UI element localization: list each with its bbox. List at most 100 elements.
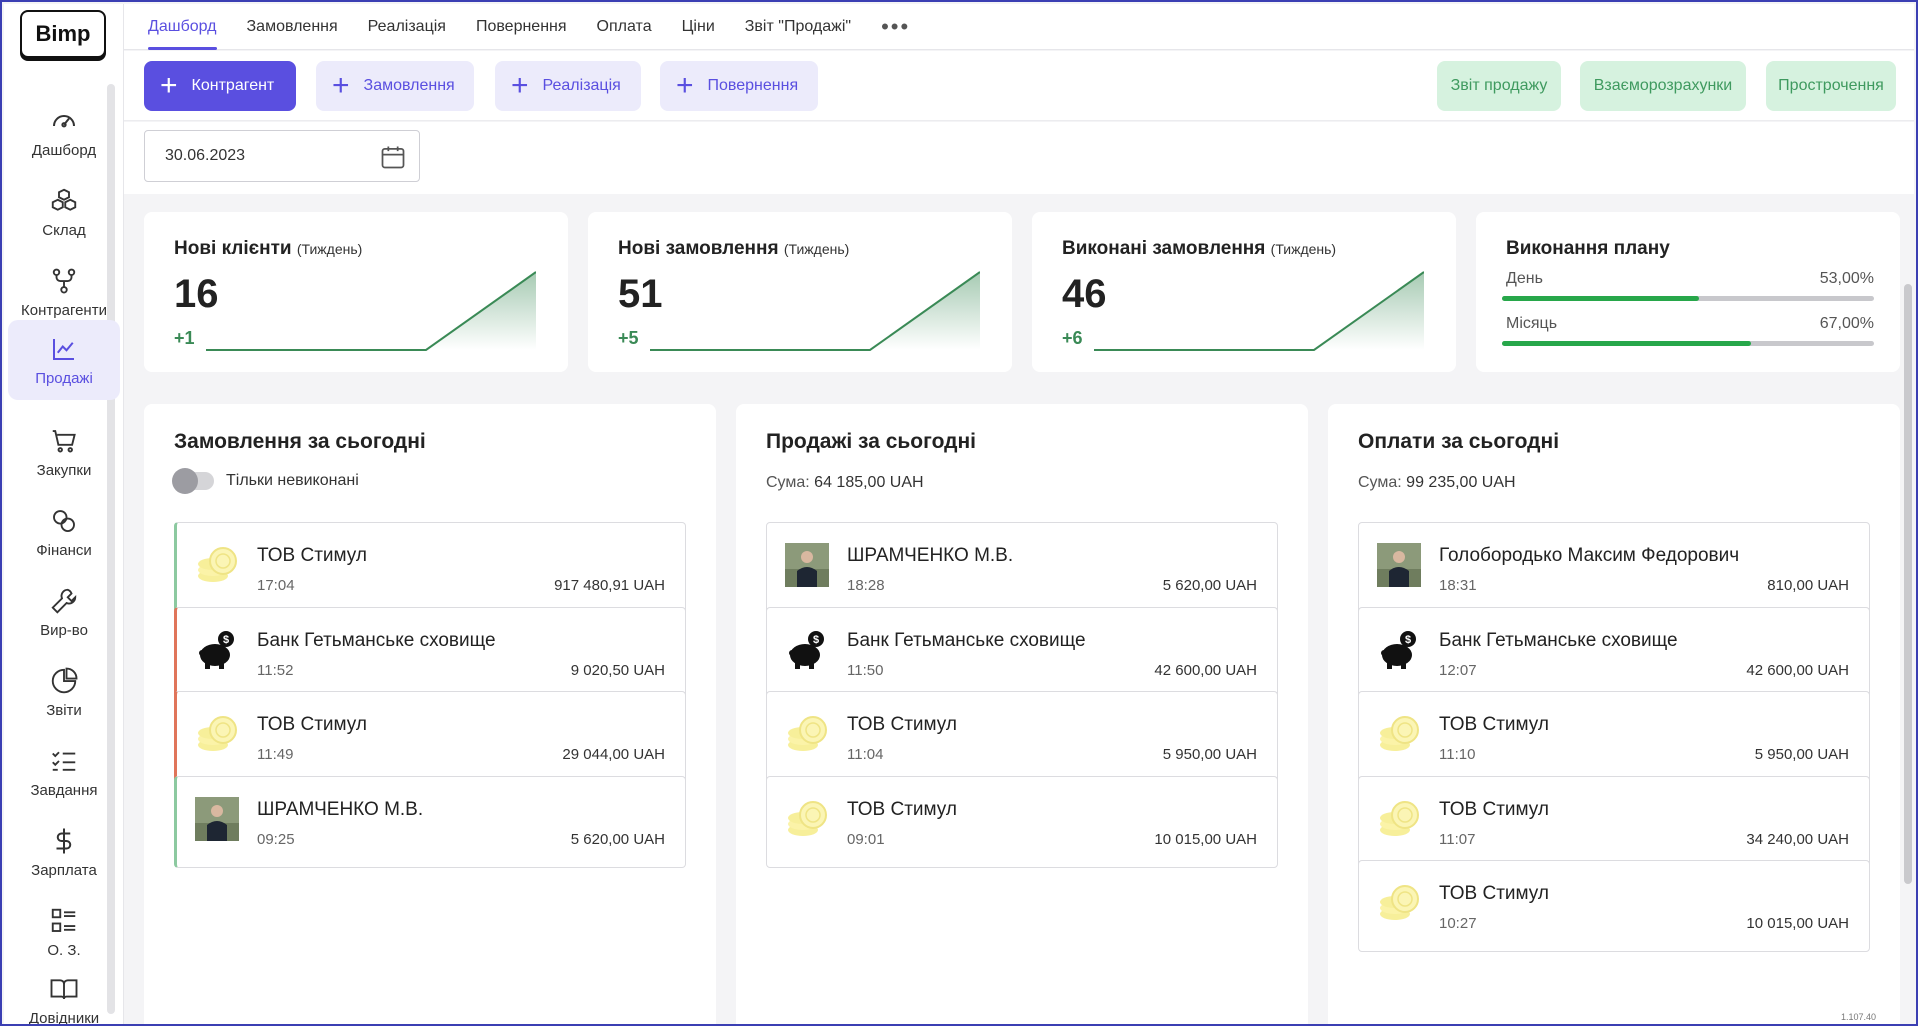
sidebar-item-label: Завдання: [30, 781, 98, 799]
sparkline-chart: [650, 271, 980, 351]
main-scrollbar[interactable]: [1904, 284, 1912, 884]
tab-orders[interactable]: Замовлення: [247, 4, 338, 50]
version-label: 1.107.40: [1840, 1012, 1876, 1022]
sidebar-item-label: Фінанси: [36, 541, 92, 559]
sidebar-item-directories[interactable]: Довідники: [8, 968, 120, 1026]
item-amount: 5 620,00 UAH: [1162, 577, 1257, 594]
button-label: Повернення: [707, 77, 799, 94]
tab-returns[interactable]: Повернення: [476, 4, 567, 50]
item-name: ШРАМЧЕНКО М.В.: [257, 798, 424, 820]
kpi-title: Виконані замовлення (Тиждень): [1062, 238, 1337, 259]
kpi-delta: +1: [174, 328, 195, 348]
sidebar-item-tasks[interactable]: Завдання: [8, 732, 120, 812]
chart-line-icon: [53, 338, 74, 360]
tab-payment[interactable]: Оплата: [597, 4, 652, 50]
item-name: Банк Гетьманське сховище: [1439, 629, 1678, 651]
sidebar-item-fixed-assets[interactable]: О. З.: [8, 892, 120, 972]
item-time: 09:01: [847, 830, 885, 848]
sidebar-item-label: Вир-во: [40, 621, 88, 639]
person-photo: [195, 796, 239, 841]
sidebar-item-label: О. З.: [47, 941, 81, 959]
item-time: 11:50: [847, 661, 884, 679]
plan-month-row: Місяць 67,00%: [1502, 315, 1874, 355]
sidebar-item-sales[interactable]: Продажі: [8, 320, 120, 400]
orders-today-panel: Замовлення за сьогодні Тільки невиконані…: [144, 404, 716, 1024]
sparkline-chart: [206, 271, 536, 351]
plan-day-row: День 53,00%: [1502, 270, 1874, 310]
list-item[interactable]: ШРАМЧЕНКО М.В. 09:25 5 620,00 UAH: [174, 775, 686, 868]
item-time: 18:28: [847, 577, 885, 594]
add-contractor-button[interactable]: + Контрагент: [144, 61, 296, 111]
list-item[interactable]: ТОВ Стимул 11:07 34 240,00 UAH: [1358, 775, 1870, 868]
payments-today-panel: Оплати за сьогодні Сума: 99 235,00 UAH Г…: [1328, 404, 1900, 1024]
dollar-icon: [56, 828, 72, 853]
plus-icon: +: [676, 69, 694, 102]
item-amount: 917 480,91 UAH: [554, 577, 665, 594]
date-input[interactable]: 30.06.2023: [144, 130, 420, 182]
tab-prices[interactable]: Ціни: [682, 4, 715, 50]
list-item[interactable]: ТОВ Стимул 11:49 29 044,00 UAH: [174, 691, 686, 783]
only-unfinished-toggle[interactable]: Тільки невиконані: [172, 468, 359, 494]
plus-icon: +: [160, 69, 178, 102]
checklist-icon: [52, 751, 76, 771]
settlements-button[interactable]: Взаєморозрахунки: [1580, 61, 1746, 111]
item-amount: 34 240,00 UAH: [1746, 830, 1849, 848]
list-item[interactable]: ТОВ Стимул 10:27 10 015,00 UAH: [1358, 860, 1870, 952]
item-amount: 10 015,00 UAH: [1154, 830, 1257, 848]
sales-report-button[interactable]: Звіт продажу: [1437, 61, 1561, 111]
list-item[interactable]: ТОВ Стимул 11:10 5 950,00 UAH: [1358, 691, 1870, 783]
toggle-switch[interactable]: [172, 468, 214, 494]
plus-icon: +: [332, 69, 350, 102]
item-time: 18:31: [1439, 577, 1477, 594]
action-bar: + Контрагент + Замовлення + Реалізація +…: [124, 51, 1914, 121]
sidebar-item-warehouse[interactable]: Склад: [8, 172, 120, 252]
sidebar-item-label: Дашборд: [31, 141, 97, 159]
overdue-button[interactable]: Прострочення: [1766, 61, 1896, 111]
person-photo: [1377, 543, 1421, 587]
kpi-title: Виконання плану: [1506, 238, 1670, 259]
list-item[interactable]: ТОВ Стимул 17:04 917 480,91 UAH: [174, 522, 686, 614]
button-label: Замовлення: [363, 77, 455, 94]
kpi-delta: +5: [618, 328, 639, 348]
list-item[interactable]: ТОВ Стимул 11:04 5 950,00 UAH: [766, 691, 1278, 783]
piggy-bank-icon: $: [789, 630, 824, 669]
branch-icon: [52, 268, 76, 293]
date-row: 30.06.2023: [124, 122, 1914, 194]
list-item[interactable]: $ Банк Гетьманське сховище 11:50 42 600,00 …: [766, 606, 1278, 699]
item-time: 17:04: [257, 577, 295, 594]
boxes-icon: [51, 188, 77, 211]
sidebar-item-salary[interactable]: Зарплата: [8, 812, 120, 892]
add-realization-button[interactable]: + Реалізація: [495, 61, 641, 111]
item-name: Банк Гетьманське сховище: [257, 629, 496, 651]
progress-fill: [1502, 341, 1752, 346]
sidebar: Bimp Дашборд Склад Контрагенти Продажі З…: [4, 4, 124, 1026]
gauge-icon: [53, 114, 75, 127]
calendar-icon[interactable]: [379, 143, 407, 171]
item-time: 11:04: [847, 746, 884, 763]
list-item[interactable]: ТОВ Стимул 09:01 10 015,00 UAH: [766, 775, 1278, 868]
item-name: ТОВ Стимул: [257, 545, 367, 566]
more-tabs-icon[interactable]: •••: [881, 14, 910, 40]
sidebar-item-dashboard[interactable]: Дашборд: [8, 92, 120, 172]
tab-realization[interactable]: Реалізація: [368, 4, 446, 50]
list-item[interactable]: $ Банк Гетьманське сховище 11:52 9 020,50 U…: [174, 606, 686, 699]
sidebar-item-label: Довідники: [28, 1010, 100, 1026]
item-name: ТОВ Стимул: [1439, 883, 1549, 904]
add-order-button[interactable]: + Замовлення: [316, 61, 474, 111]
sidebar-item-purchases[interactable]: Закупки: [8, 412, 120, 492]
app-window: Bimp Дашборд Склад Контрагенти Продажі З…: [0, 0, 1918, 1026]
kpi-title: Нові клієнти (Тиждень): [174, 238, 363, 259]
list-item[interactable]: Голобородько Максим Федорович 18:31 810,00…: [1358, 522, 1870, 614]
add-return-button[interactable]: + Повернення: [660, 61, 818, 111]
tab-sales-report[interactable]: Звіт "Продажі": [745, 4, 851, 50]
sidebar-item-production[interactable]: Вир-во: [8, 572, 120, 652]
logo[interactable]: Bimp: [20, 10, 106, 58]
item-name: Банк Гетьманське сховище: [847, 629, 1086, 651]
tab-dashboard[interactable]: Дашборд: [148, 4, 217, 50]
sidebar-item-finance[interactable]: Фінанси: [8, 492, 120, 572]
list-item[interactable]: ШРАМЧЕНКО М.В. 18:28 5 620,00 UAH: [766, 522, 1278, 614]
toggle-label: Тільки невиконані: [226, 472, 359, 489]
book-icon: [50, 979, 78, 1000]
sidebar-item-reports[interactable]: Звіти: [8, 652, 120, 732]
list-item[interactable]: $ Банк Гетьманське сховище 12:07 42 600,00 …: [1358, 606, 1870, 699]
